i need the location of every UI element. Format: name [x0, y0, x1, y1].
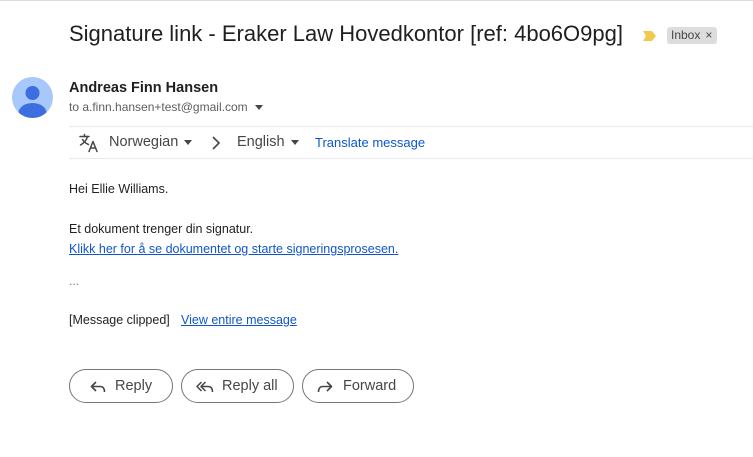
forward-button[interactable]: Forward — [302, 369, 414, 403]
source-language-dropdown[interactable]: Norwegian — [109, 134, 193, 150]
translate-icon — [79, 133, 98, 153]
reply-all-button[interactable]: Reply all — [181, 369, 294, 403]
inbox-label-badge: Inbox × — [667, 27, 718, 44]
reply-button[interactable]: Reply — [69, 369, 173, 403]
show-details-chevron-icon[interactable] — [254, 105, 263, 110]
remove-label-icon[interactable]: × — [705, 27, 712, 44]
reply-label: Reply — [115, 378, 153, 394]
trimmed-content-ellipsis[interactable]: ... — [69, 274, 79, 288]
translate-message-link[interactable]: Translate message — [315, 135, 425, 150]
reply-all-arrow-icon — [196, 381, 214, 393]
forward-arrow-icon — [317, 381, 333, 393]
inbox-label-text: Inbox — [671, 28, 701, 42]
source-language-label: Norwegian — [109, 134, 179, 150]
recipient-line: to a.finn.hansen+test@gmail.com — [69, 100, 263, 114]
translate-bar: Norwegian English Translate message — [69, 126, 753, 159]
target-language-label: English — [237, 134, 285, 150]
chevron-down-icon — [184, 139, 193, 145]
importance-marker-icon[interactable] — [643, 31, 656, 41]
target-language-dropdown[interactable]: English — [237, 134, 299, 150]
recipient-text: to a.finn.hansen+test@gmail.com — [69, 100, 248, 114]
forward-label: Forward — [343, 378, 397, 394]
signing-link[interactable]: Klikk her for å se dokumentet og starte … — [69, 242, 398, 256]
body-greeting: Hei Ellie Williams. — [69, 182, 169, 196]
view-entire-message-link[interactable]: View entire message — [181, 313, 297, 327]
message-clipped-label: [Message clipped] — [69, 313, 170, 327]
sender-avatar[interactable] — [12, 77, 53, 118]
reply-all-label: Reply all — [222, 378, 278, 394]
default-avatar-icon — [18, 86, 47, 118]
chevron-right-icon — [212, 136, 221, 150]
body-line: Et dokument trenger din signatur. — [69, 222, 254, 236]
sender-name[interactable]: Andreas Finn Hansen — [69, 80, 218, 96]
chevron-down-icon — [290, 139, 299, 145]
email-subject: Signature link - Eraker Law Hovedkontor … — [69, 21, 623, 46]
reply-arrow-icon — [90, 381, 106, 393]
